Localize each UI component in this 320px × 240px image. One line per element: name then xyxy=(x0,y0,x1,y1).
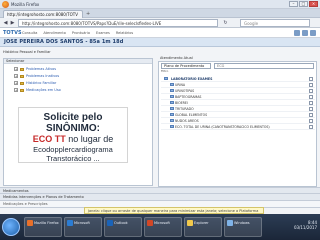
taskbar-app-explorer[interactable]: Explorer xyxy=(184,217,222,237)
folder-icon xyxy=(20,88,24,92)
checkbox[interactable] xyxy=(309,119,313,123)
callout-line3: Ecodopplercardiograma xyxy=(33,145,113,154)
current-care-panel: Plano de Procedimento Filtro ECG LABORAT… xyxy=(158,61,317,187)
patient-bar: JOSE PEREIRA DOS SANTOS - 85a 1m 18d xyxy=(0,38,320,47)
save-icon[interactable] xyxy=(294,30,300,36)
new-tab-icon[interactable]: + xyxy=(86,11,90,17)
item-icon xyxy=(170,125,174,128)
right-panel-title: Atendimento Atual xyxy=(160,56,193,60)
app-toolbar xyxy=(294,30,316,36)
callout-highlight: ECO TT xyxy=(32,134,66,144)
menu-item-atendimento[interactable]: Atendimento xyxy=(43,31,66,35)
folder-icon xyxy=(187,220,193,226)
tree-item-medicacoes[interactable]: + Medicações em Uso xyxy=(14,87,61,93)
taskbar-notification: Janela: clique ou arraste de qualquer ma… xyxy=(84,207,264,214)
expand-icon[interactable]: + xyxy=(14,74,18,78)
print-icon[interactable] xyxy=(302,30,308,36)
item-icon xyxy=(170,101,174,104)
folder-icon xyxy=(20,74,24,78)
checkbox[interactable] xyxy=(309,77,313,81)
firefox-icon xyxy=(27,220,33,226)
window-icon xyxy=(227,220,233,226)
maximize-button[interactable]: □ xyxy=(299,1,308,7)
patient-name: JOSE PEREIRA DOS SANTOS - 85a 1m 18d xyxy=(4,39,124,45)
checkbox[interactable] xyxy=(309,83,313,87)
app-header: TOTVS Consulta Atendimento Prontuário Ex… xyxy=(0,28,320,38)
checkbox[interactable] xyxy=(309,125,313,129)
expand-icon[interactable]: + xyxy=(14,67,18,71)
window-controls: – □ × xyxy=(289,1,318,7)
history-column-header: Selecionar xyxy=(4,59,152,64)
checkbox[interactable] xyxy=(309,95,313,99)
expand-icon[interactable]: + xyxy=(14,81,18,85)
minimize-button[interactable]: – xyxy=(289,1,298,7)
tree-item-problemas-inativos[interactable]: + Problemas Inativos xyxy=(14,73,59,79)
item-icon xyxy=(170,89,174,92)
taskbar-app-windows[interactable]: Windows xyxy=(224,217,262,237)
checkbox[interactable] xyxy=(309,107,313,111)
tree-item-historico-familiar[interactable]: + Histórico Familiar xyxy=(14,80,56,86)
search-input[interactable]: Google xyxy=(240,19,310,27)
callout-line2: ECO TT no lugar de xyxy=(32,134,114,144)
window-title: Mozilla Firefox xyxy=(11,1,40,7)
instruction-callout: Solicite pelo SINÔNIMO: ECO TT no lugar … xyxy=(18,107,128,163)
section-medidas[interactable]: Medidas Intervenções e Planos de Tratame… xyxy=(0,194,320,201)
app-logo: TOTVS xyxy=(3,30,22,36)
back-arrow-icon[interactable]: ◀ xyxy=(2,20,9,26)
folder-icon xyxy=(20,67,24,71)
outlook-icon xyxy=(107,220,113,226)
app-menu: Consulta Atendimento Prontuário Exames R… xyxy=(22,31,133,35)
clock-date: 03/11/2017 xyxy=(293,225,317,230)
item-icon xyxy=(170,95,174,98)
expand-icon[interactable]: + xyxy=(14,88,18,92)
taskbar: Mozilla Firefox Microsoft Outlook Micros… xyxy=(0,214,320,240)
filter-input[interactable]: ECG xyxy=(214,63,314,69)
menu-item-exames[interactable]: Exames xyxy=(96,31,110,35)
checkbox[interactable] xyxy=(309,89,313,93)
taskbar-app-microsoft-2[interactable]: Microsoft xyxy=(144,217,182,237)
help-icon[interactable] xyxy=(310,30,316,36)
filter-label: Filtro xyxy=(161,69,169,73)
callout-line4: Transtorácico ... xyxy=(46,154,100,163)
window-titlebar: Mozilla Firefox – □ × xyxy=(0,0,320,9)
checkbox[interactable] xyxy=(309,101,313,105)
section-medicamentos[interactable]: Medicamentos xyxy=(0,187,320,194)
callout-line1: Solicite pelo SINÔNIMO: xyxy=(43,112,103,134)
start-button[interactable] xyxy=(2,218,20,236)
item-icon xyxy=(170,119,174,122)
browser-tab[interactable]: http://integrohosto.com:8080/TOTV xyxy=(3,10,83,18)
taskbar-app-outlook[interactable]: Outlook xyxy=(104,217,142,237)
taskbar-app-firefox[interactable]: Mozilla Firefox xyxy=(24,217,62,237)
tree-item-problemas-ativos[interactable]: + Problemas Ativos xyxy=(14,66,56,72)
procedure-list: LABORATORIO EXAMES URINA URINOTIPAS BAPT… xyxy=(161,76,315,130)
forward-arrow-icon[interactable]: ▶ xyxy=(9,20,16,26)
firefox-icon xyxy=(2,0,9,8)
item-icon xyxy=(170,83,174,86)
checkbox[interactable] xyxy=(309,113,313,117)
item-icon xyxy=(170,113,174,116)
left-panel-title: Histórico Pessoal e Familiar xyxy=(3,50,51,54)
item-icon xyxy=(170,107,174,110)
menu-item-consulta[interactable]: Consulta xyxy=(22,31,37,35)
close-button[interactable]: × xyxy=(309,1,318,7)
refresh-icon[interactable]: ↻ xyxy=(222,20,229,26)
navigation-bar: ◀ ▶ http://integrohosto.com:8080/TOTVS/P… xyxy=(0,18,320,28)
menu-item-relatorios[interactable]: Relatórios xyxy=(116,31,133,35)
url-bar[interactable]: http://integrohosto.com:8080/TOTVS/Paps?… xyxy=(18,19,218,27)
powerpoint-icon xyxy=(147,220,153,226)
word-icon xyxy=(67,220,73,226)
folder-icon xyxy=(164,77,168,80)
menu-item-prontuario[interactable]: Prontuário xyxy=(72,31,90,35)
tab-bar: http://integrohosto.com:8080/TOTV + xyxy=(0,9,320,18)
folder-icon xyxy=(20,81,24,85)
taskbar-apps: Mozilla Firefox Microsoft Outlook Micros… xyxy=(24,217,262,237)
procedure-plan-select[interactable]: Plano de Procedimento xyxy=(161,63,211,69)
system-tray[interactable]: 8:44 03/11/2017 xyxy=(294,220,317,230)
taskbar-app-microsoft[interactable]: Microsoft xyxy=(64,217,102,237)
list-item[interactable]: ECO. TOTAL DE URINA (CANOTRANSTORACICO E… xyxy=(161,124,315,130)
